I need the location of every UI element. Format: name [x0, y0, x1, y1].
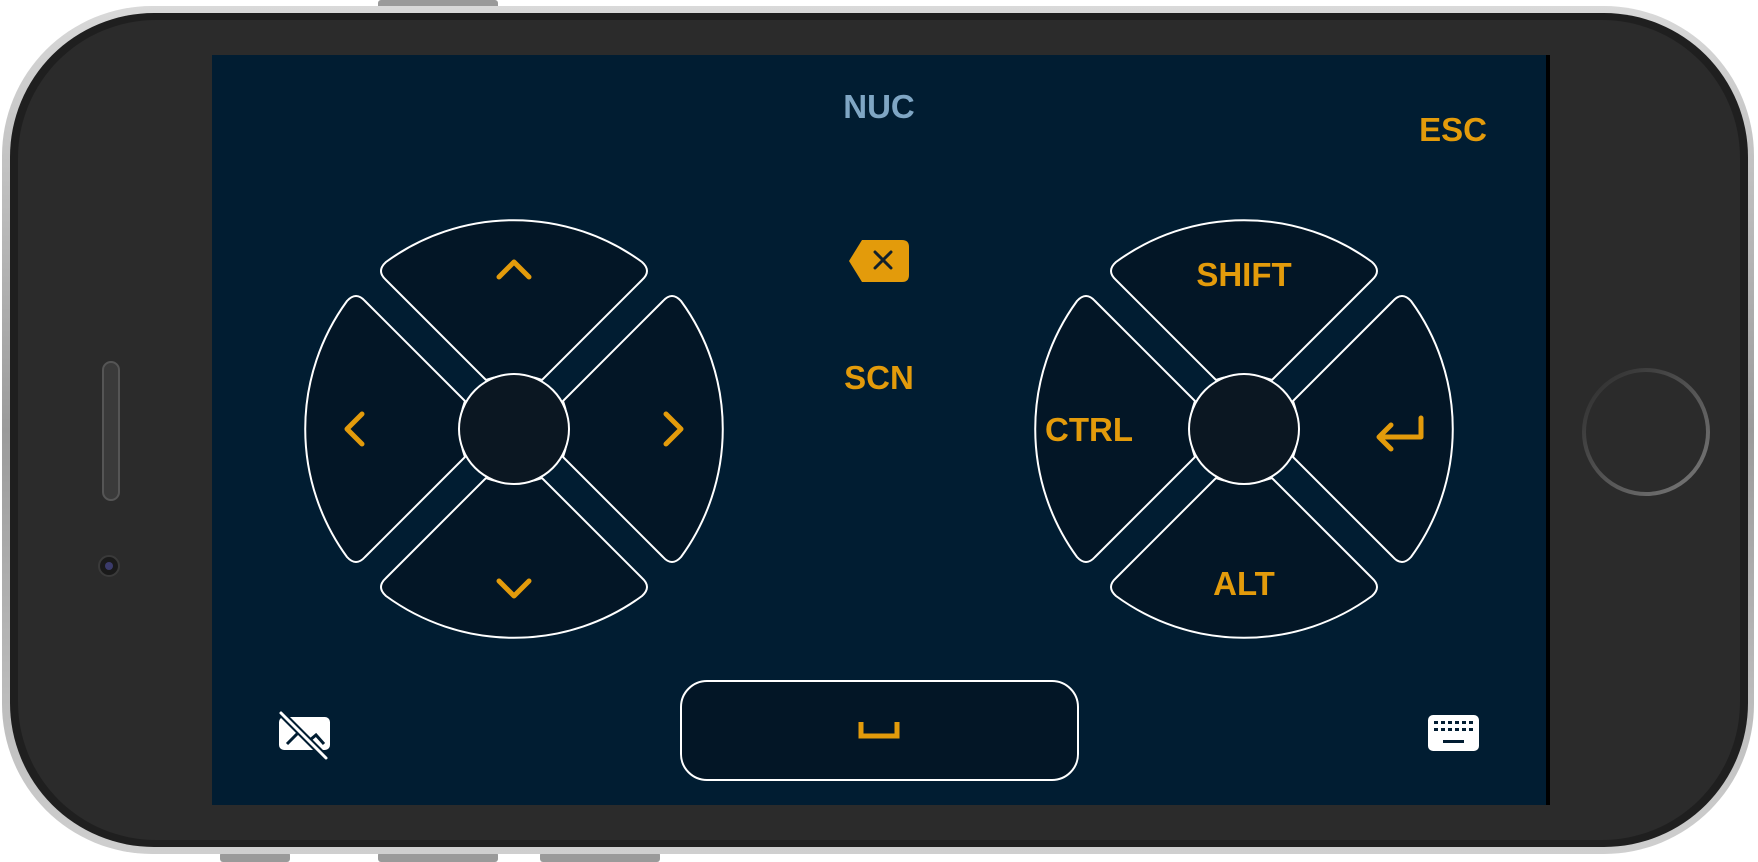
- ctrl-label: CTRL: [1045, 411, 1133, 448]
- dpad-center-button[interactable]: [458, 373, 570, 485]
- alt-label: ALT: [1213, 565, 1275, 602]
- controller-overlay: NUC ESC SCN SHIFT ALT CTRL: [212, 55, 1546, 805]
- escape-button[interactable]: ESC: [1419, 111, 1487, 148]
- keyboard-icon: [1428, 715, 1479, 751]
- host-title: NUC: [843, 88, 915, 125]
- modifier-center-button[interactable]: [1188, 373, 1300, 485]
- screen-button[interactable]: SCN: [844, 359, 914, 396]
- keyboard-button[interactable]: [1428, 715, 1479, 751]
- space-button[interactable]: [680, 680, 1079, 781]
- shift-label: SHIFT: [1196, 256, 1291, 293]
